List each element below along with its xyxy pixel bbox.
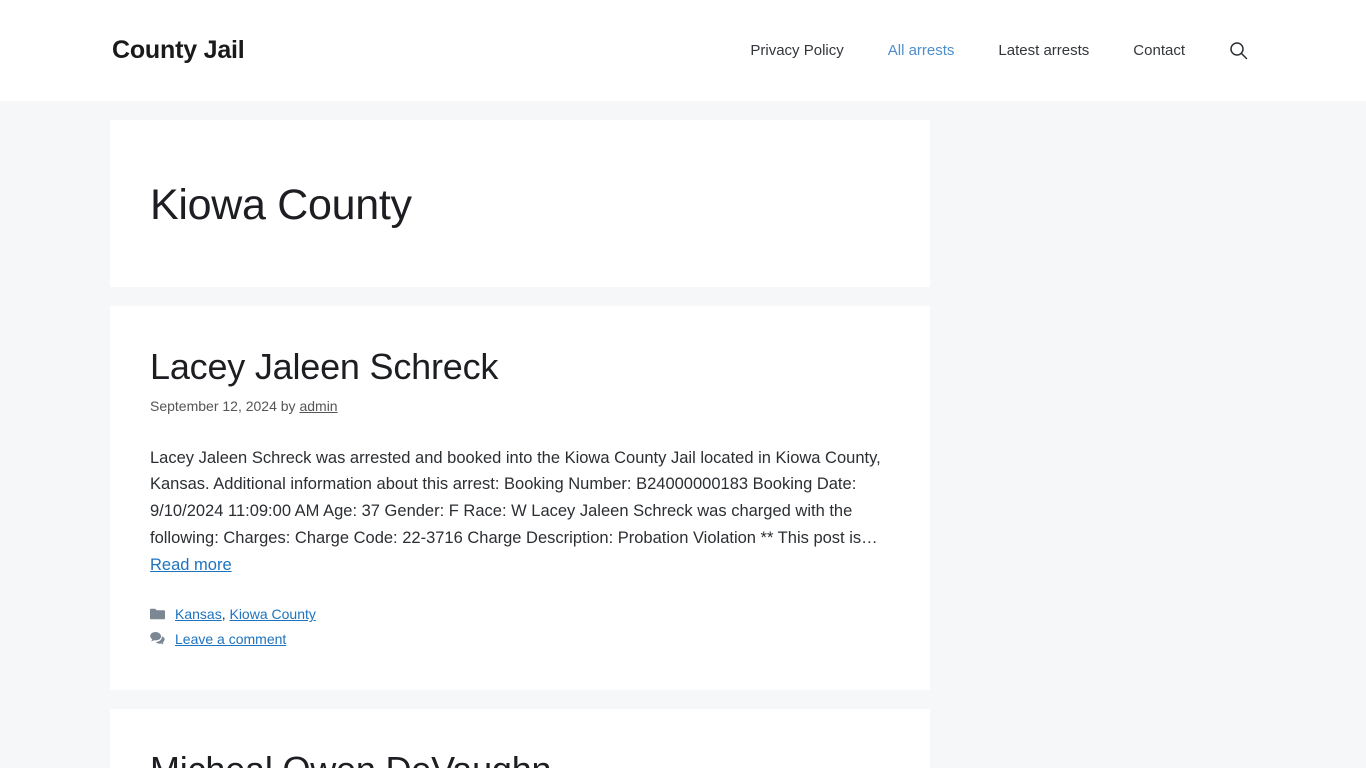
post-entry: Micheal Owen DeVaughn bbox=[110, 708, 930, 768]
search-toggle-button[interactable] bbox=[1207, 41, 1254, 60]
site-title-link[interactable]: County Jail bbox=[112, 38, 245, 63]
post-title: Micheal Owen DeVaughn bbox=[150, 749, 890, 768]
page-title: Kiowa County bbox=[150, 181, 412, 229]
post-date: September 12, 2024 bbox=[150, 397, 277, 414]
search-icon bbox=[1229, 41, 1248, 60]
category-link-kansas[interactable]: Kansas bbox=[175, 606, 222, 622]
post-title-link[interactable]: Micheal Owen DeVaughn bbox=[150, 749, 552, 768]
post-excerpt-text: Lacey Jaleen Schreck was arrested and bo… bbox=[150, 448, 881, 547]
nav-item-all-arrests[interactable]: All arrests bbox=[866, 43, 977, 58]
post-by-label: by bbox=[280, 397, 296, 414]
post-categories: Kansas, Kiowa County bbox=[175, 604, 316, 626]
folder-icon bbox=[150, 604, 165, 623]
post-meta: September 12, 2024 by admin bbox=[150, 396, 890, 417]
nav-item-contact[interactable]: Contact bbox=[1111, 43, 1207, 58]
primary-navigation: Privacy Policy All arrests Latest arrest… bbox=[728, 41, 1254, 60]
post-author-link[interactable]: admin bbox=[299, 398, 337, 414]
header-inner: County Jail Privacy Policy All arrests L… bbox=[110, 38, 1256, 63]
leave-a-comment-link[interactable]: Leave a comment bbox=[175, 631, 286, 647]
post-entry: Lacey Jaleen Schreck September 12, 2024 … bbox=[110, 306, 930, 690]
post-comments-row: Leave a comment bbox=[150, 629, 890, 651]
post-categories-row: Kansas, Kiowa County bbox=[150, 604, 890, 626]
read-more-link[interactable]: Read more bbox=[150, 556, 232, 574]
post-footer: Kansas, Kiowa County Leave a comment bbox=[150, 604, 890, 650]
content-column: Kiowa County Lacey Jaleen Schreck Septem… bbox=[110, 120, 930, 768]
post-comment-link-wrap: Leave a comment bbox=[175, 629, 286, 651]
post-excerpt: Lacey Jaleen Schreck was arrested and bo… bbox=[150, 445, 890, 579]
comments-icon bbox=[150, 629, 165, 648]
nav-item-privacy-policy[interactable]: Privacy Policy bbox=[728, 43, 865, 58]
category-link-kiowa-county[interactable]: Kiowa County bbox=[229, 606, 315, 622]
archive-header-card: Kiowa County bbox=[110, 120, 930, 288]
site-main: Kiowa County Lacey Jaleen Schreck Septem… bbox=[110, 101, 1256, 768]
post-title: Lacey Jaleen Schreck bbox=[150, 346, 890, 387]
excerpt-ellipsis: … bbox=[861, 528, 878, 547]
nav-item-latest-arrests[interactable]: Latest arrests bbox=[976, 43, 1111, 58]
post-title-link[interactable]: Lacey Jaleen Schreck bbox=[150, 346, 498, 387]
site-header: County Jail Privacy Policy All arrests L… bbox=[0, 0, 1366, 101]
